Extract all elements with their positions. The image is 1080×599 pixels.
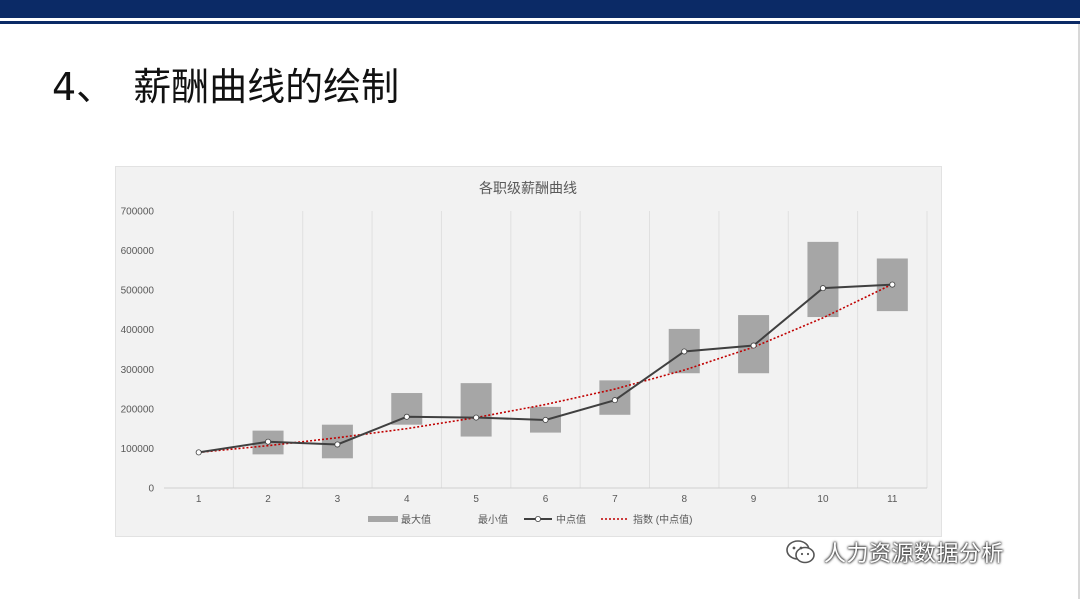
y-tick-label: 0 [148,484,154,495]
x-tick-label: 4 [404,494,410,505]
range-bar [807,241,839,318]
legend-label-trend: 指数 (中点值) [633,513,692,526]
midpoint-marker [334,441,341,448]
watermark: 人力资源数据分析 [784,535,1004,569]
x-tick-label: 6 [543,494,549,505]
salary-chart: 各职级薪酬曲线 0 100000 200000 300000 400000 500000 60… [121,180,928,526]
midpoint-marker [542,416,549,423]
y-tick-label: 400000 [121,325,155,336]
legend-swatch-max [368,516,398,522]
chart-title: 各职级薪酬曲线 [479,180,577,196]
midpoint-marker [473,414,480,421]
y-tick-label: 100000 [121,444,155,455]
midpoint-marker [819,285,826,292]
legend-label-mid: 中点值 [556,513,586,526]
midpoint-marker [265,438,272,445]
midpoint-marker [750,342,757,349]
x-tick-label: 2 [265,494,271,505]
x-tick-label: 3 [335,494,341,505]
x-tick-label: 1 [196,494,202,505]
slide-title: 4、 薪酬曲线的绘制 [52,65,400,109]
header-rule [0,21,1080,24]
x-tick-label: 7 [612,494,618,505]
midpoint-marker [403,413,410,420]
midpoint-marker [611,397,618,404]
x-tick-label: 5 [473,494,479,505]
x-tick-label: 8 [681,494,687,505]
y-tick-label: 300000 [121,365,155,376]
x-tick-label: 11 [887,494,898,505]
range-bar [391,393,423,425]
midpoint-marker [889,281,896,288]
header-bar [0,0,1080,18]
legend-label-min: 最小值 [478,513,508,526]
y-tick-label: 500000 [121,286,155,297]
watermark-text: 人力资源数据分析 [824,542,1005,567]
y-tick-label: 200000 [121,404,155,415]
wechat-icon [786,540,815,564]
legend-label-max: 最大值 [401,513,431,526]
y-tick-label: 600000 [121,246,155,257]
x-tick-label: 9 [751,494,757,505]
y-tick-label: 700000 [121,207,155,218]
legend-marker-mid [534,515,541,522]
chart-panel: 各职级薪酬曲线 0 100000 200000 300000 400000 500000 60… [115,166,942,537]
range-bar [460,383,492,437]
midpoint-marker [681,348,688,355]
x-tick-label: 10 [817,494,829,505]
midpoint-marker [195,449,202,456]
